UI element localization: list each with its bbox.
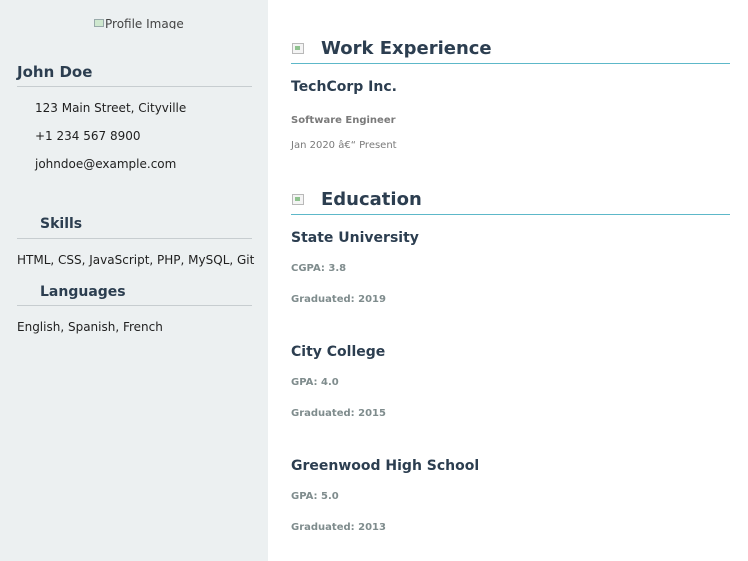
skills-list: HTML, CSS, JavaScript, PHP, MySQL, Git (17, 253, 255, 267)
education-graduated: Graduated: 2015 (291, 408, 386, 419)
person-name: John Doe (17, 63, 93, 81)
work-section-icon (292, 43, 304, 54)
profile-image-alt: Profile Image (105, 17, 184, 29)
education-school: Greenwood High School (291, 458, 480, 474)
sidebar: Profile Image John Doe 123 Main Street, … (0, 0, 268, 561)
work-dates: Jan 2020 â€“ Present (291, 140, 397, 151)
contact-phone: +1 234 567 8900 (35, 129, 141, 143)
education-divider (291, 214, 730, 215)
languages-divider (17, 305, 252, 306)
profile-image: Profile Image (94, 17, 184, 29)
skills-divider (17, 238, 252, 239)
work-role: Software Engineer (291, 115, 396, 126)
languages-heading: Languages (40, 284, 126, 300)
education-score: CGPA: 3.8 (291, 263, 347, 274)
education-school: City College (291, 344, 386, 360)
work-company: TechCorp Inc. (291, 79, 397, 95)
languages-list: English, Spanish, French (17, 320, 163, 334)
contact-address: 123 Main Street, Cityville (35, 101, 187, 115)
education-score: GPA: 4.0 (291, 377, 339, 388)
broken-image-icon (94, 19, 104, 27)
education-section-icon (292, 194, 304, 205)
education-graduated: Graduated: 2013 (291, 522, 386, 533)
education-graduated: Graduated: 2019 (291, 294, 386, 305)
resume-page: Profile Image John Doe 123 Main Street, … (0, 0, 748, 561)
education-heading: Education (321, 189, 422, 210)
name-divider (17, 86, 252, 87)
work-divider (291, 63, 730, 64)
work-experience-heading: Work Experience (321, 38, 492, 59)
skills-heading: Skills (40, 216, 83, 232)
education-school: State University (291, 230, 419, 246)
contact-email: johndoe@example.com (35, 157, 177, 171)
education-score: GPA: 5.0 (291, 491, 339, 502)
